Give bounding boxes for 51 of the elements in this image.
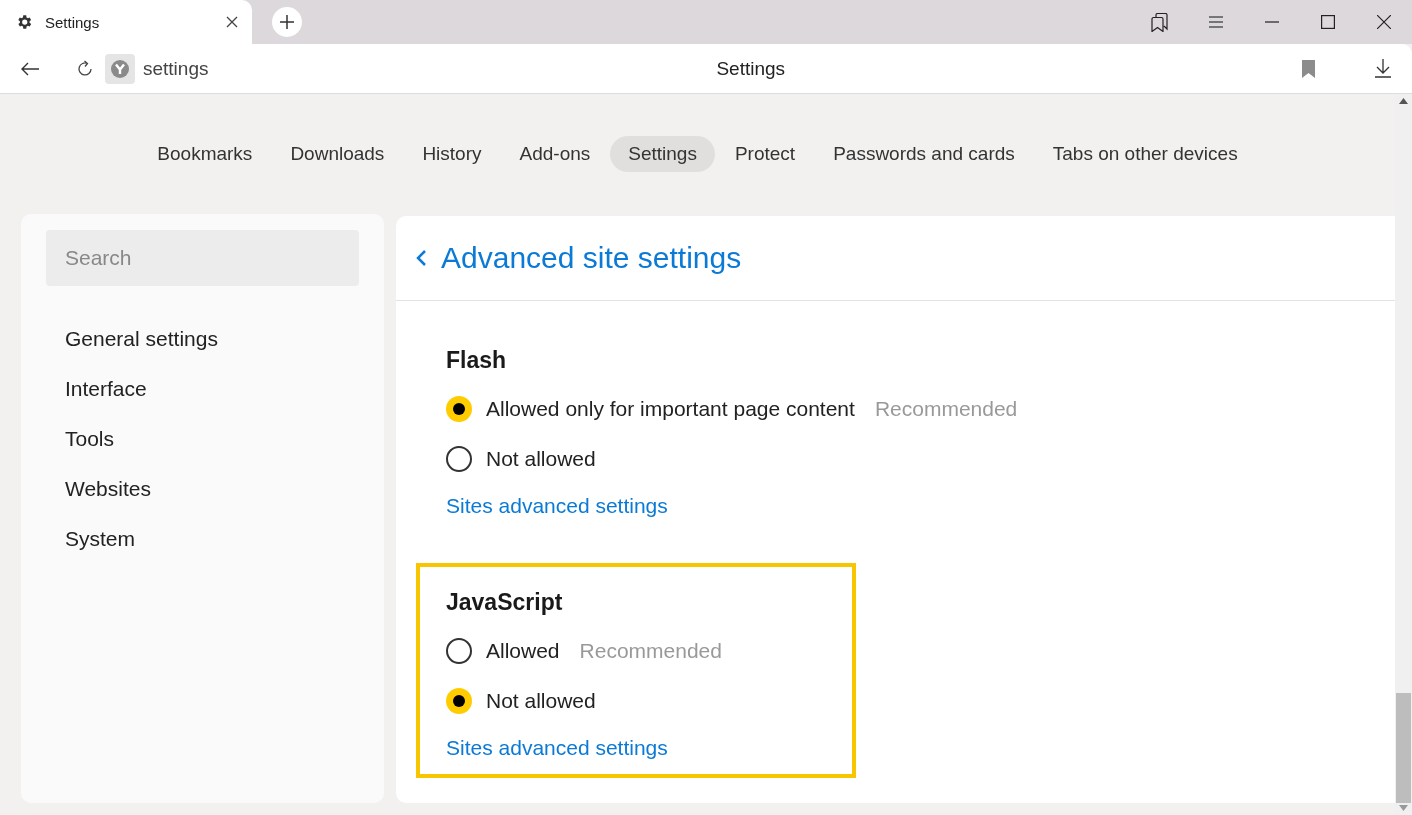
sidebar-item[interactable]: Interface: [46, 364, 359, 414]
panel-title: Advanced site settings: [441, 241, 742, 275]
sites-settings-link[interactable]: Sites advanced settings: [446, 736, 668, 760]
nav-tab[interactable]: Downloads: [272, 136, 403, 172]
sites-settings-link[interactable]: Sites advanced settings: [446, 494, 668, 518]
maximize-icon: [1321, 15, 1335, 29]
section-title: Flash: [446, 347, 508, 374]
sidebar-item[interactable]: General settings: [46, 314, 359, 364]
sidebar-item[interactable]: Websites: [46, 464, 359, 514]
option-label: Not allowed: [486, 689, 596, 713]
site-logo-icon: [105, 53, 135, 84]
nav-tab[interactable]: Add-ons: [501, 136, 609, 172]
scrollbar-thumb[interactable]: [1396, 693, 1411, 803]
close-tab-button[interactable]: [224, 14, 240, 30]
back-button[interactable]: [416, 249, 427, 267]
nav-tab[interactable]: Bookmarks: [139, 136, 271, 172]
tab-title: Settings: [45, 13, 101, 31]
nav-tab[interactable]: Tabs on other devices: [1034, 136, 1256, 172]
browser-tab[interactable]: Settings: [0, 0, 252, 44]
radio-button[interactable]: [446, 688, 472, 714]
scroll-up-icon[interactable]: [1399, 98, 1408, 104]
section-title: JavaScript: [446, 589, 564, 616]
close-icon: [226, 16, 238, 28]
nav-tab[interactable]: Settings: [610, 136, 715, 172]
sidebar-item[interactable]: System: [46, 514, 359, 564]
option-label: Allowed only for important page content: [486, 397, 855, 421]
address-text[interactable]: settings: [143, 57, 209, 80]
nav-tab[interactable]: History: [404, 136, 500, 172]
nav-tab[interactable]: Protect: [716, 136, 814, 172]
nav-tab[interactable]: Passwords and cards: [815, 136, 1033, 172]
radio-button[interactable]: [446, 638, 472, 664]
back-arrow-icon: [21, 61, 39, 76]
bookmark-icon: [1301, 59, 1315, 78]
page-title: Settings: [715, 57, 787, 80]
minimize-icon: [1265, 21, 1279, 23]
new-tab-button[interactable]: [272, 7, 302, 37]
option-label: Allowed: [486, 639, 560, 663]
download-icon: [1375, 59, 1391, 78]
reload-icon: [77, 60, 93, 77]
bookmarks-icon: [1151, 12, 1169, 32]
option-label: Not allowed: [486, 447, 596, 471]
radio-button[interactable]: [446, 396, 472, 422]
recommended-note: Recommended: [579, 639, 722, 663]
search-field[interactable]: Search: [46, 230, 359, 286]
menu-icon: [1209, 16, 1223, 28]
sidebar-item[interactable]: Tools: [46, 414, 359, 464]
recommended-note: Recommended: [874, 397, 1018, 421]
chevron-left-icon: [416, 249, 427, 267]
plus-icon: [280, 15, 294, 29]
close-icon: [1377, 15, 1391, 29]
radio-button[interactable]: [446, 446, 472, 472]
